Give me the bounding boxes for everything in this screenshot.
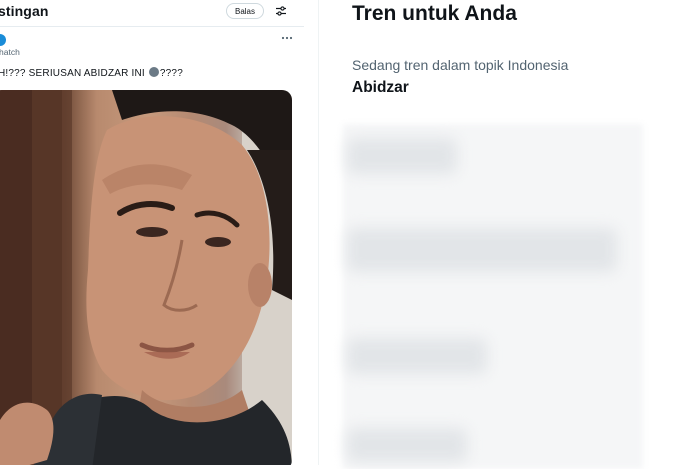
blurred-trends: [343, 124, 643, 469]
emoji-icon: [148, 67, 159, 77]
post-handle[interactable]: hatch: [0, 47, 20, 57]
trends-panel: Tren untuk Anda Sedang tren dalam topik …: [319, 0, 700, 469]
sliders-icon[interactable]: [275, 5, 287, 17]
avatar[interactable]: [0, 34, 6, 46]
blurred-trend-line: [347, 138, 457, 174]
trend-name[interactable]: Abidzar: [352, 79, 409, 97]
photo-illustration: [0, 90, 292, 465]
post-text-end: ????: [159, 68, 183, 79]
reply-button[interactable]: Balas: [226, 3, 264, 19]
post-photo[interactable]: [0, 90, 292, 465]
timeline-header: stingan Balas: [0, 0, 304, 24]
trend-context: Sedang tren dalam topik Indonesia: [352, 57, 569, 73]
post-text-start: H!??? SERIUSAN ABIDZAR INI: [0, 68, 145, 79]
header-divider: [0, 26, 304, 27]
blurred-trend-line: [347, 338, 487, 374]
blurred-trend-line: [347, 228, 617, 272]
trends-heading: Tren untuk Anda: [352, 2, 517, 25]
page-title: stingan: [0, 3, 49, 19]
post-text: H!??? SERIUSAN ABIDZAR INI ????: [0, 67, 183, 79]
blurred-trend-line: [347, 428, 467, 462]
timeline-column: stingan Balas hatch H!??? SERIUSAN ABIDZ…: [0, 0, 304, 465]
more-horizontal-icon[interactable]: [280, 33, 294, 43]
